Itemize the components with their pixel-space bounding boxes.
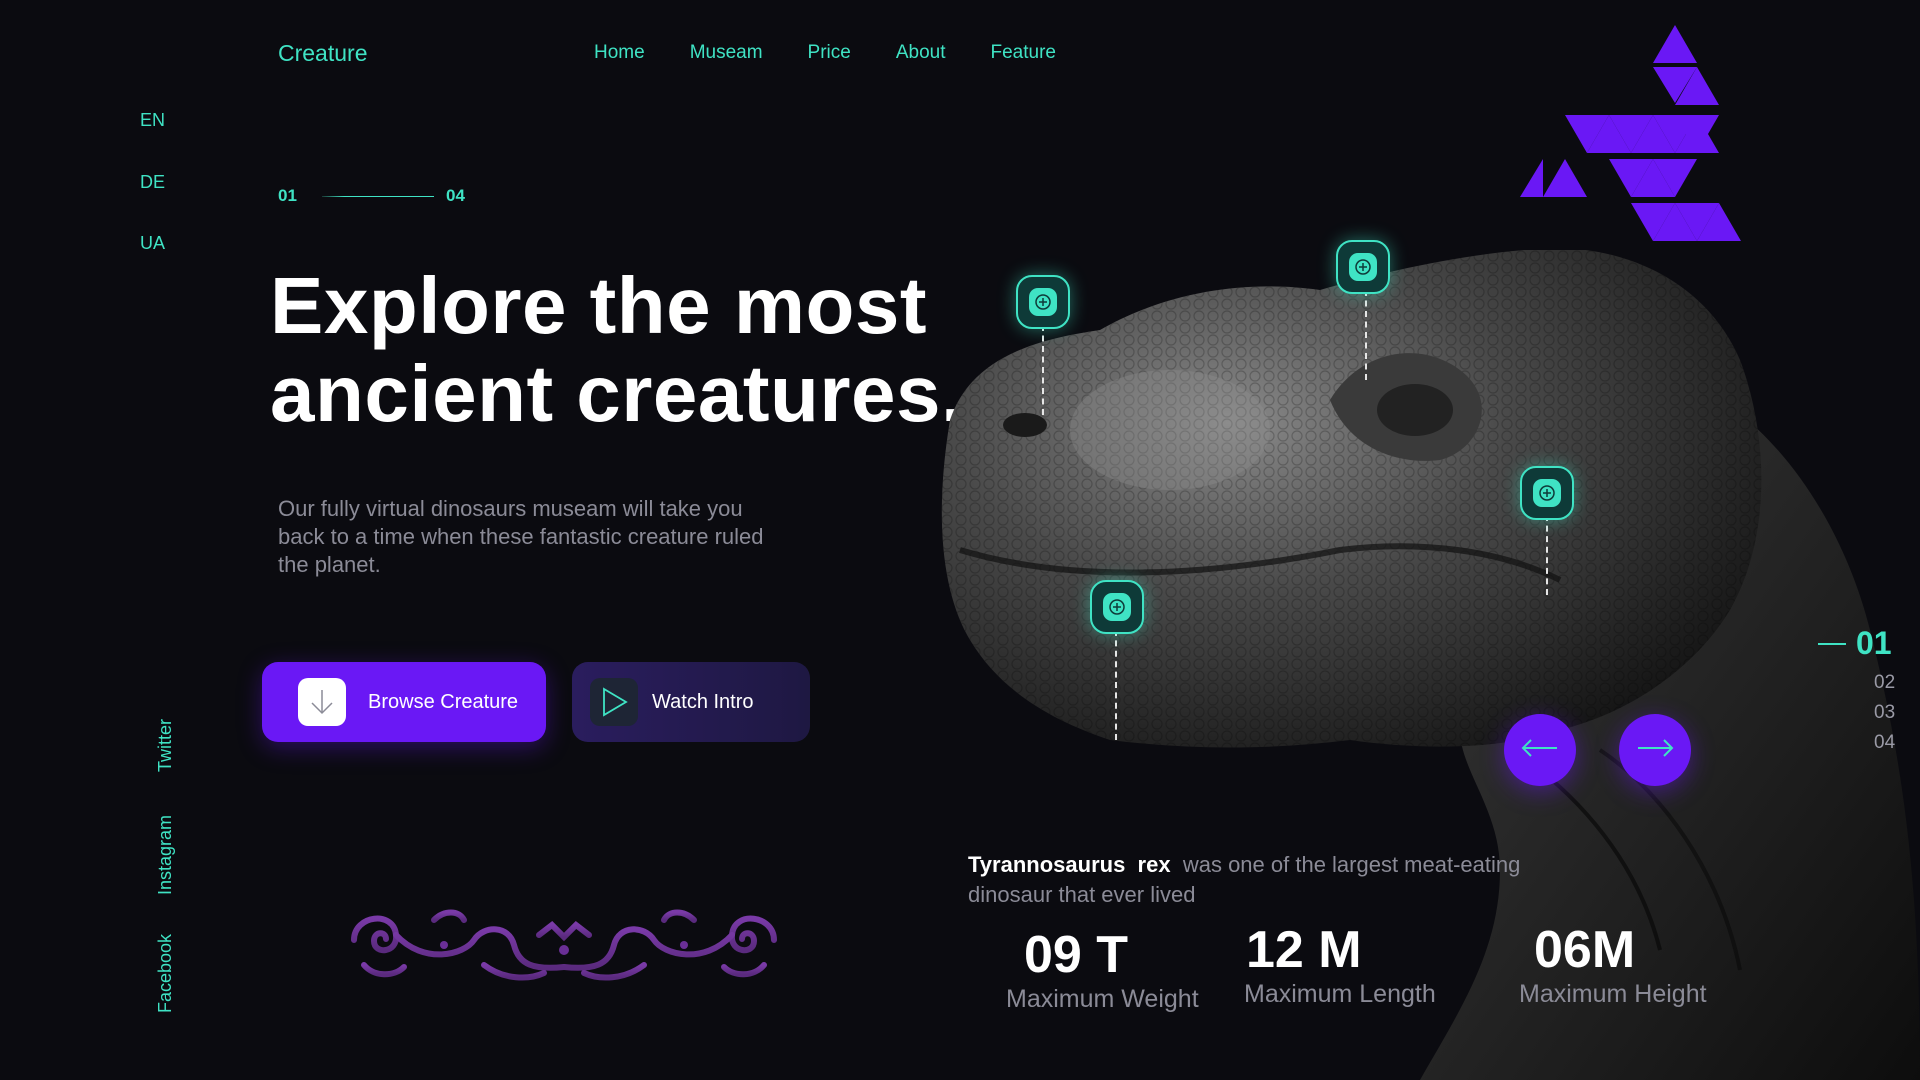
plus-circle-icon <box>1349 253 1377 281</box>
slide-01[interactable]: 01 <box>1856 625 1892 662</box>
stat-weight: 09 T Maximum Weight <box>1006 925 1199 1014</box>
lang-ua[interactable]: UA <box>140 233 165 254</box>
nav-about[interactable]: About <box>896 42 946 64</box>
arrow-right-icon <box>1636 738 1674 763</box>
hero-subtitle: Our fully virtual dinosaurs museam will … <box>278 496 764 577</box>
creature-description: Tyrannosaurus rex was one of the largest… <box>968 850 1568 910</box>
nav-price[interactable]: Price <box>808 42 851 64</box>
hotspot-line <box>1365 290 1367 380</box>
main-nav: Home Museam Price About Feature <box>594 42 1056 64</box>
social-twitter[interactable]: Twitter <box>155 719 176 772</box>
browse-creature-button[interactable]: Browse Creature <box>262 662 546 742</box>
hotspot-jaw[interactable] <box>1090 580 1144 634</box>
prev-button[interactable] <box>1504 714 1576 786</box>
stat-height: 06M Maximum Height <box>1519 920 1707 1009</box>
hotspot-line <box>1042 325 1044 415</box>
watch-intro-button[interactable]: Watch Intro <box>572 662 810 742</box>
slide-total: 04 <box>446 186 465 205</box>
plus-circle-icon <box>1533 479 1561 507</box>
plus-circle-icon <box>1103 593 1131 621</box>
creature-species: rex <box>1137 852 1171 877</box>
ornament-decoration <box>351 909 777 981</box>
hero-title: Explore the most ancient creatures. <box>270 262 990 438</box>
hotspot-line <box>1115 630 1117 740</box>
brand-logo-text[interactable]: Creature <box>278 40 367 67</box>
slide-progress-line <box>322 196 434 197</box>
watch-intro-label: Watch Intro <box>652 690 754 713</box>
nav-feature[interactable]: Feature <box>991 42 1056 64</box>
nav-home[interactable]: Home <box>594 42 645 64</box>
browse-creature-label: Browse Creature <box>368 690 519 713</box>
next-button[interactable] <box>1619 714 1691 786</box>
plus-circle-icon <box>1029 288 1057 316</box>
lang-de[interactable]: DE <box>140 172 165 193</box>
stat-weight-value: 09 T <box>1024 926 1129 984</box>
stat-weight-label: Maximum Weight <box>1006 985 1199 1013</box>
download-arrow-icon <box>298 678 346 726</box>
hero-title-line1: Explore the most <box>270 261 928 350</box>
slide-indicator-dash <box>1818 643 1846 645</box>
hotspot-eye[interactable] <box>1520 466 1574 520</box>
slide-03[interactable]: 03 <box>1874 702 1895 724</box>
hotspot-snout[interactable] <box>1016 275 1070 329</box>
stat-height-value: 06M <box>1534 921 1636 979</box>
play-icon <box>590 678 638 726</box>
hotspot-head[interactable] <box>1336 240 1390 294</box>
slide-02[interactable]: 02 <box>1874 672 1895 694</box>
hotspot-line <box>1546 515 1548 595</box>
hero-title-line2: ancient creatures. <box>270 349 964 438</box>
social-instagram[interactable]: Instagram <box>155 815 176 895</box>
slide-04[interactable]: 04 <box>1874 732 1895 754</box>
creature-genus: Tyrannosaurus <box>968 852 1126 877</box>
stat-length-value: 12 M <box>1246 921 1362 979</box>
triangle-logo-icon <box>1520 25 1741 241</box>
slide-current: 01 <box>278 186 297 205</box>
arrow-left-icon <box>1521 738 1559 763</box>
stat-length: 12 M Maximum Length <box>1244 920 1436 1009</box>
nav-museam[interactable]: Museam <box>690 42 763 64</box>
stat-height-label: Maximum Height <box>1519 980 1707 1008</box>
lang-en[interactable]: EN <box>140 110 165 131</box>
social-facebook[interactable]: Facebook <box>155 934 176 1013</box>
stat-length-label: Maximum Length <box>1244 980 1436 1008</box>
